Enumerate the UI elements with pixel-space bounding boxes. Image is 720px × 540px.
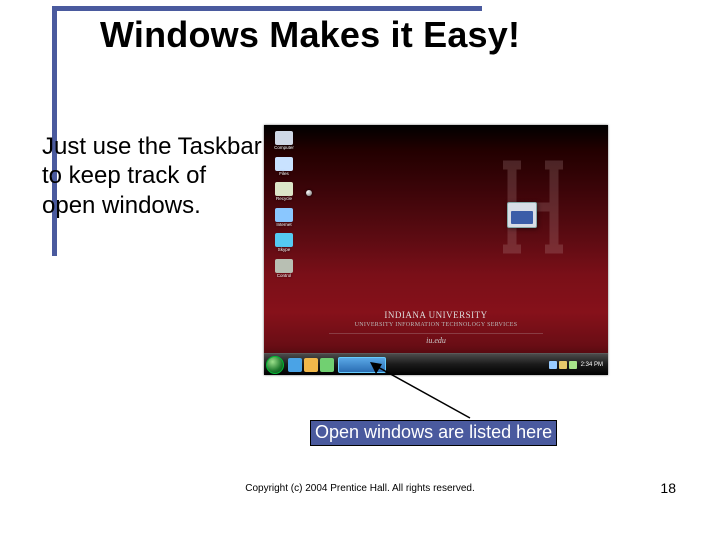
internet-icon [275,208,293,222]
desktop-icon-label: Control [270,274,298,279]
body-text: Just use the Taskbar to keep track of op… [42,132,262,220]
cursor-highlight-icon [306,190,312,196]
page-title: Windows Makes it Easy! [100,14,520,56]
desktop-icon[interactable]: Files [270,157,298,177]
quick-launch-icon[interactable] [320,358,334,372]
desktop-icon-label: Files [270,172,298,177]
desktop-screenshot: INDIANA UNIVERSITY UNIVERSITY INFORMATIO… [264,125,608,375]
tray-icon[interactable] [569,361,577,369]
control-icon [275,259,293,273]
accent-bar-top [52,6,482,11]
desktop-brand-text: INDIANA UNIVERSITY [264,310,608,320]
desktop-icon[interactable]: Control [270,259,298,279]
tray-clock[interactable]: 2:34 PM [579,362,605,368]
desktop-icon-label: Skype [270,248,298,253]
desktop-divider [329,333,543,334]
taskbar[interactable]: 2:34 PM [264,353,608,375]
quick-launch [288,358,334,372]
folder-icon [275,157,293,171]
desktop-icon-label: Internet [270,223,298,228]
recycle-icon [275,182,293,196]
desktop-icon[interactable]: Computer [270,131,298,151]
copyright-text: Copyright (c) 2004 Prentice Hall. All ri… [0,483,720,494]
tray-icon[interactable] [549,361,557,369]
quick-launch-icon[interactable] [288,358,302,372]
computer-icon [275,131,293,145]
open-window-thumbnail[interactable] [507,202,537,228]
quick-launch-icon[interactable] [304,358,318,372]
desktop-icon-label: Computer [270,146,298,151]
callout-label: Open windows are listed here [310,420,557,446]
desktop-icon[interactable]: Internet [270,208,298,228]
system-tray[interactable]: 2:34 PM [549,361,605,369]
desktop-subtitle-text: UNIVERSITY INFORMATION TECHNOLOGY SERVIC… [264,322,608,328]
start-button[interactable] [266,356,284,374]
desktop-icon[interactable]: Skype [270,233,298,253]
taskbar-open-window-button[interactable] [338,357,386,373]
page-number: 18 [660,480,676,496]
desktop-icon-column: Computer Files Recycle Internet Skype Co… [270,131,298,278]
desktop-url-text: iu.edu [264,336,608,345]
desktop-icon[interactable]: Recycle [270,182,298,202]
tray-icon[interactable] [559,361,567,369]
desktop-icon-label: Recycle [270,197,298,202]
skype-icon [275,233,293,247]
